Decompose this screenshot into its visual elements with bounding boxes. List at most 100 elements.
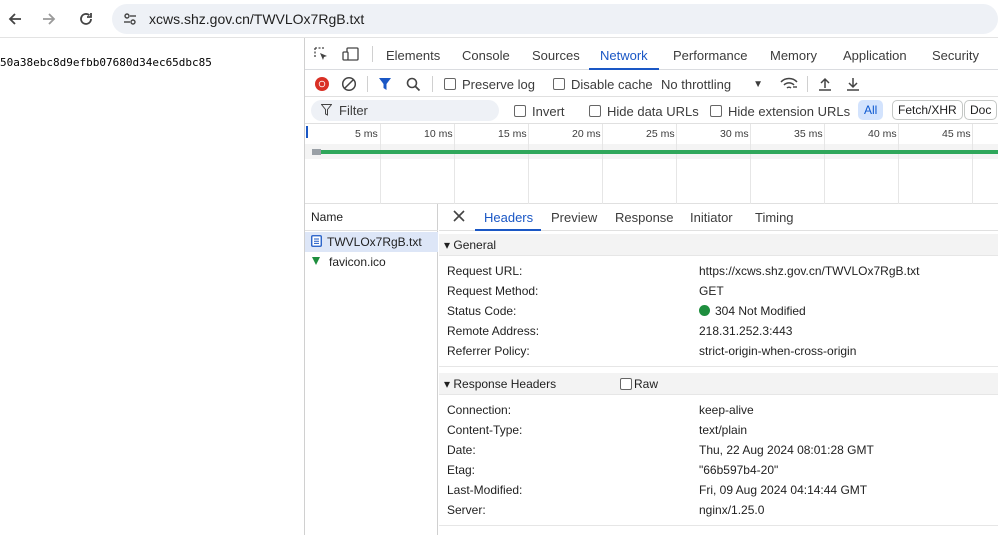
tick-label: 40 ms (868, 128, 897, 140)
filter-placeholder: Filter (339, 103, 368, 118)
preserve-log-checkbox[interactable]: Preserve log (444, 74, 535, 94)
invert-checkbox[interactable]: Invert (514, 101, 565, 121)
throttling-select[interactable]: No throttling ▼ (661, 74, 763, 94)
header-value: text/plain (699, 423, 748, 437)
device-toolbar-icon[interactable] (342, 47, 359, 65)
divider (432, 76, 433, 92)
request-name: favicon.ico (329, 255, 386, 269)
filter-chip-all[interactable]: All (858, 100, 884, 120)
close-icon[interactable] (453, 210, 465, 225)
inspect-element-icon[interactable] (314, 47, 329, 65)
status-code-value: 304 Not Modified (699, 304, 806, 318)
tab-network[interactable]: Network (600, 48, 648, 63)
favicon-icon (311, 255, 321, 269)
document-file-icon (311, 234, 322, 250)
request-row[interactable]: TWVLOx7RgB.txt (305, 232, 438, 252)
export-har-icon[interactable] (846, 74, 860, 94)
timeline-waiting-bar (312, 149, 321, 155)
checkbox-icon[interactable] (589, 105, 601, 117)
back-arrow-icon[interactable] (4, 8, 26, 30)
checkbox-icon[interactable] (553, 78, 565, 90)
raw-label: Raw (634, 377, 659, 391)
checkbox-icon[interactable] (710, 105, 722, 117)
tick-line (676, 124, 677, 204)
section-divider (439, 366, 998, 367)
tab-sources[interactable]: Sources (532, 48, 580, 63)
filter-chip-fetch-xhr[interactable]: Fetch/XHR (892, 100, 963, 120)
disable-cache-checkbox[interactable]: Disable cache (553, 74, 653, 94)
header-key: Request Method: (447, 284, 539, 298)
preserve-log-label: Preserve log (462, 76, 535, 92)
search-icon[interactable] (406, 74, 421, 94)
network-toolbar: Preserve log Disable cache No throttling… (305, 70, 998, 97)
hide-data-urls-checkbox[interactable]: Hide data URLs (589, 101, 699, 121)
checkbox-icon[interactable] (620, 378, 632, 390)
tab-initiator[interactable]: Initiator (690, 210, 733, 225)
checkbox-icon[interactable] (444, 78, 456, 90)
tab-preview[interactable]: Preview (551, 210, 597, 225)
hide-extension-urls-label: Hide extension URLs (728, 103, 851, 119)
header-key: Etag: (447, 463, 476, 477)
hide-extension-urls-checkbox[interactable]: Hide extension URLs (710, 101, 850, 121)
header-value: https://xcws.shz.gov.cn/TWVLOx7RgB.txt (699, 264, 920, 278)
request-name: TWVLOx7RgB.txt (327, 235, 422, 249)
tab-console[interactable]: Console (462, 48, 510, 63)
tick-line (602, 124, 603, 204)
header-value: "66b597b4-20" (699, 463, 779, 477)
response-headers-title: ▾ Response Headers (444, 377, 557, 391)
status-dot-icon (699, 305, 710, 316)
record-icon[interactable] (314, 74, 330, 94)
response-headers-section-header[interactable]: ▾ Response Headers Raw (439, 373, 998, 395)
tab-application[interactable]: Application (843, 48, 907, 63)
network-overview-timeline[interactable]: 5 ms 10 ms 15 ms 20 ms 25 ms 30 ms 35 ms… (305, 124, 998, 204)
detail-tabbar: Headers Preview Response Initiator Timin… (439, 204, 998, 231)
request-row[interactable]: favicon.ico (305, 252, 438, 272)
header-key: Status Code: (447, 304, 517, 318)
tab-security[interactable]: Security (932, 48, 979, 63)
filter-bar: Filter Invert Hide data URLs Hide extens… (305, 97, 998, 124)
general-section-header[interactable]: ▾ General (439, 234, 998, 256)
header-key: Request URL: (447, 264, 523, 278)
header-key: Connection: (447, 403, 512, 417)
network-conditions-icon[interactable] (780, 74, 798, 94)
tick-label: 10 ms (424, 128, 453, 140)
hide-data-urls-label: Hide data URLs (607, 103, 699, 119)
address-bar[interactable]: xcws.shz.gov.cn/TWVLOx7RgB.txt (112, 4, 998, 34)
tab-timing[interactable]: Timing (755, 210, 794, 225)
tab-performance[interactable]: Performance (673, 48, 747, 63)
filter-input[interactable]: Filter (311, 100, 499, 121)
header-value: keep-alive (699, 403, 754, 417)
url-text[interactable]: xcws.shz.gov.cn/TWVLOx7RgB.txt (149, 11, 364, 27)
tab-elements[interactable]: Elements (386, 48, 440, 63)
tab-response[interactable]: Response (615, 210, 674, 225)
filter-chip-doc[interactable]: Doc (964, 100, 998, 120)
request-detail-panel: Headers Preview Response Initiator Timin… (439, 204, 998, 535)
reload-icon[interactable] (75, 8, 97, 30)
divider (372, 46, 373, 62)
site-settings-icon[interactable] (122, 11, 138, 27)
clear-icon[interactable] (341, 74, 357, 94)
disable-cache-label: Disable cache (571, 76, 653, 92)
active-tab-indicator (475, 229, 541, 231)
tick-line (380, 124, 381, 204)
devtools-panel: Elements Console Sources Network Perform… (304, 38, 998, 535)
tick-line (972, 124, 973, 204)
page-viewport: 50a38ebc8d9efbb07680d34ec65dbc85 (0, 38, 304, 535)
tab-headers[interactable]: Headers (484, 210, 533, 225)
header-key: Content-Type: (447, 423, 523, 437)
tick-line (824, 124, 825, 204)
name-column-header[interactable]: Name (305, 204, 438, 231)
header-key: Remote Address: (447, 324, 540, 338)
dropdown-caret-icon: ▼ (753, 78, 763, 90)
tick-label: 20 ms (572, 128, 601, 140)
filter-funnel-icon[interactable] (378, 74, 392, 94)
tick-label: 5 ms (355, 128, 378, 140)
checkbox-icon[interactable] (514, 105, 526, 117)
header-key: Referrer Policy: (447, 344, 530, 358)
header-key: Date: (447, 443, 476, 457)
forward-arrow-icon[interactable] (38, 8, 60, 30)
import-har-icon[interactable] (818, 74, 832, 94)
tab-memory[interactable]: Memory (770, 48, 817, 63)
header-value: Fri, 09 Aug 2024 04:14:44 GMT (699, 483, 868, 497)
raw-checkbox[interactable]: Raw (620, 377, 658, 391)
